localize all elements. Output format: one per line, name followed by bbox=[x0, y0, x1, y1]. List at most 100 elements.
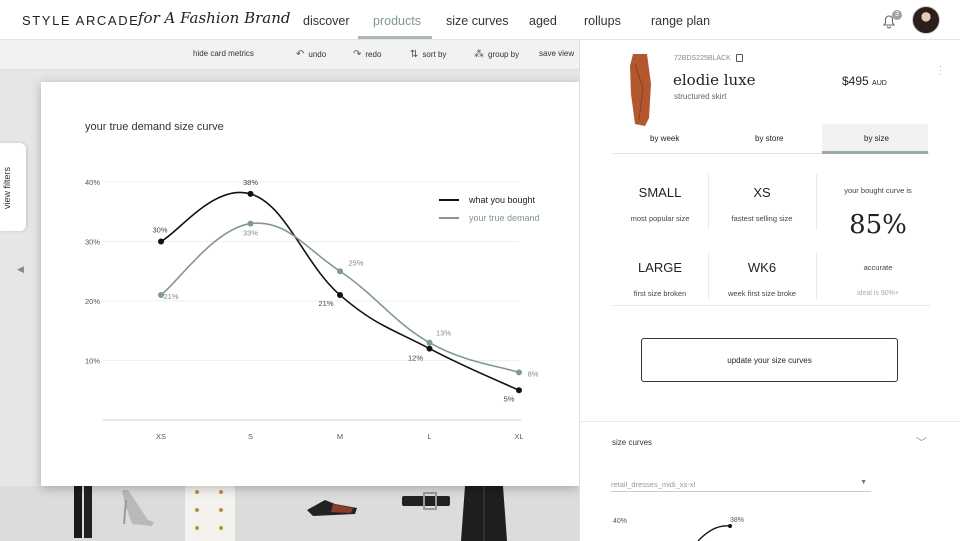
mini-chart-ytick: 40% bbox=[613, 518, 628, 525]
y-tick-label: 40% bbox=[85, 178, 100, 187]
save-view-label: save view bbox=[539, 49, 575, 58]
trousers-thumbnail[interactable] bbox=[66, 486, 100, 541]
data-point bbox=[337, 268, 343, 275]
chevron-down-icon[interactable]: ﹀ bbox=[916, 434, 927, 450]
data-label: 12% bbox=[408, 354, 423, 363]
top-navigation: STYLE ARCADE for A Fashion Brand discove… bbox=[0, 0, 960, 40]
brand-logo[interactable]: STYLE ARCADE bbox=[22, 13, 139, 28]
avatar[interactable] bbox=[912, 6, 940, 34]
size-curve-modal: your true demand size curve 10% 20% 30% 40%… bbox=[41, 82, 579, 486]
caret-down-icon: ▼ bbox=[860, 479, 867, 486]
y-tick-label: 20% bbox=[85, 297, 100, 306]
legend-label: your true demand bbox=[469, 213, 540, 223]
y-tick-label: 10% bbox=[85, 357, 100, 366]
nav-size-curves[interactable]: size curves bbox=[446, 14, 509, 28]
nav-range-plan[interactable]: range plan bbox=[651, 14, 710, 28]
collapse-arrow-icon[interactable]: ◀ bbox=[17, 264, 24, 275]
redo-label: redo bbox=[365, 50, 382, 59]
sort-by-label: sort by bbox=[422, 50, 447, 59]
bought-curve-label: your bought curve is bbox=[844, 186, 912, 195]
size-curves-title: size curves bbox=[612, 438, 653, 447]
accurate-label: accurate bbox=[863, 263, 893, 272]
data-label: 21% bbox=[318, 299, 333, 308]
sort-by-button[interactable]: ⇅ sort by bbox=[410, 49, 446, 60]
data-label: 33% bbox=[243, 229, 258, 238]
data-point bbox=[516, 369, 522, 376]
copy-icon[interactable] bbox=[735, 54, 743, 62]
product-thumbnails bbox=[0, 486, 580, 541]
y-tick-label: 30% bbox=[85, 238, 100, 247]
section-divider bbox=[580, 421, 960, 422]
data-point bbox=[247, 190, 254, 197]
undo-icon: ↶ bbox=[296, 49, 305, 60]
size-curve-select-value: retail_dresses_midi_xs-xl bbox=[611, 480, 696, 489]
undo-label: undo bbox=[308, 50, 327, 59]
x-tick-label: L bbox=[427, 432, 431, 441]
undo-button[interactable]: ↶ undo bbox=[296, 49, 326, 60]
data-point bbox=[337, 292, 343, 299]
bought-curve-percent: 85% bbox=[849, 210, 907, 240]
tab-by-store[interactable]: by store bbox=[755, 134, 783, 143]
data-point bbox=[516, 387, 522, 394]
nav-products[interactable]: products bbox=[373, 14, 421, 28]
sku-code: 72BDS225BLACK bbox=[674, 54, 731, 62]
data-label: 38% bbox=[243, 178, 258, 187]
price-value: $495 bbox=[842, 74, 869, 88]
product-price: $495 AUD bbox=[842, 74, 887, 88]
mule-thumbnail[interactable] bbox=[305, 486, 361, 526]
detail-tabs: by week by store by size bbox=[612, 124, 930, 154]
hide-card-metrics-button[interactable]: hide card metrics bbox=[193, 49, 254, 58]
size-metrics: SMALL most popular size XS fastest selli… bbox=[612, 154, 930, 306]
first-broken-label: first size broken bbox=[633, 289, 687, 298]
toolbar: hide card metrics ↶ undo ↷ redo ⇅ sort by ⁂… bbox=[0, 40, 580, 70]
heels-thumbnail[interactable] bbox=[118, 486, 158, 541]
leather-jacket-thumbnail[interactable] bbox=[459, 486, 509, 541]
x-tick-label: XS bbox=[156, 432, 166, 441]
price-currency: AUD bbox=[872, 80, 887, 87]
popular-size-label: most popular size bbox=[630, 214, 690, 223]
x-tick-label: S bbox=[248, 432, 253, 441]
size-curve-select[interactable]: retail_dresses_midi_xs-xl ▼ bbox=[611, 474, 871, 492]
nav-rollups[interactable]: rollups bbox=[584, 14, 621, 28]
data-label: 21% bbox=[163, 292, 178, 301]
legend-label: what you bought bbox=[468, 195, 536, 205]
x-tick-label: M bbox=[337, 432, 343, 441]
mini-size-curve-chart bbox=[697, 524, 732, 541]
nav-aged[interactable]: aged bbox=[529, 14, 557, 28]
redo-button[interactable]: ↷ redo bbox=[353, 49, 381, 60]
data-point bbox=[247, 220, 254, 227]
week-broke-label: week first size broke bbox=[728, 289, 796, 298]
group-by-label: group by bbox=[488, 50, 520, 59]
product-subtitle: structured skirt bbox=[674, 92, 727, 101]
data-label: 30% bbox=[152, 226, 167, 235]
fastest-size-label: fastest selling size bbox=[731, 214, 793, 223]
view-filters-label: view filters bbox=[2, 166, 12, 209]
metrics-divider bbox=[816, 174, 817, 230]
ideal-label: ideal is 90%+ bbox=[857, 290, 899, 297]
tab-by-size[interactable]: by size bbox=[864, 134, 889, 143]
belt-thumbnail[interactable] bbox=[400, 486, 452, 516]
notification-badge: 3 bbox=[892, 10, 902, 20]
group-by-button[interactable]: ⁂ group by bbox=[474, 49, 519, 60]
data-label: 8% bbox=[528, 369, 539, 378]
data-label: 25% bbox=[348, 258, 363, 267]
popular-size-value: SMALL bbox=[638, 185, 682, 200]
sku-row: 72BDS225BLACK bbox=[674, 54, 743, 62]
data-point bbox=[426, 345, 433, 352]
sort-icon: ⇅ bbox=[410, 49, 419, 60]
product-name: elodie luxe bbox=[673, 71, 756, 89]
view-filters-tab[interactable]: view filters bbox=[0, 143, 26, 231]
save-view-button[interactable]: save view bbox=[539, 49, 574, 58]
x-tick-label: XL bbox=[514, 432, 523, 441]
metrics-divider bbox=[816, 252, 817, 300]
data-label: 5% bbox=[504, 394, 515, 403]
nav-discover[interactable]: discover bbox=[303, 14, 350, 28]
data-point bbox=[426, 339, 433, 346]
jacket-thumbnail[interactable] bbox=[183, 486, 239, 541]
product-detail-panel: 72BDS225BLACK elodie luxe structured ski… bbox=[579, 40, 960, 541]
more-options-icon[interactable]: · · · bbox=[939, 62, 943, 79]
tab-by-week[interactable]: by week bbox=[650, 134, 679, 143]
hide-card-metrics-label: hide card metrics bbox=[193, 49, 254, 58]
update-size-curves-button[interactable]: update your size curves bbox=[641, 338, 898, 382]
nav-active-indicator bbox=[358, 36, 432, 39]
